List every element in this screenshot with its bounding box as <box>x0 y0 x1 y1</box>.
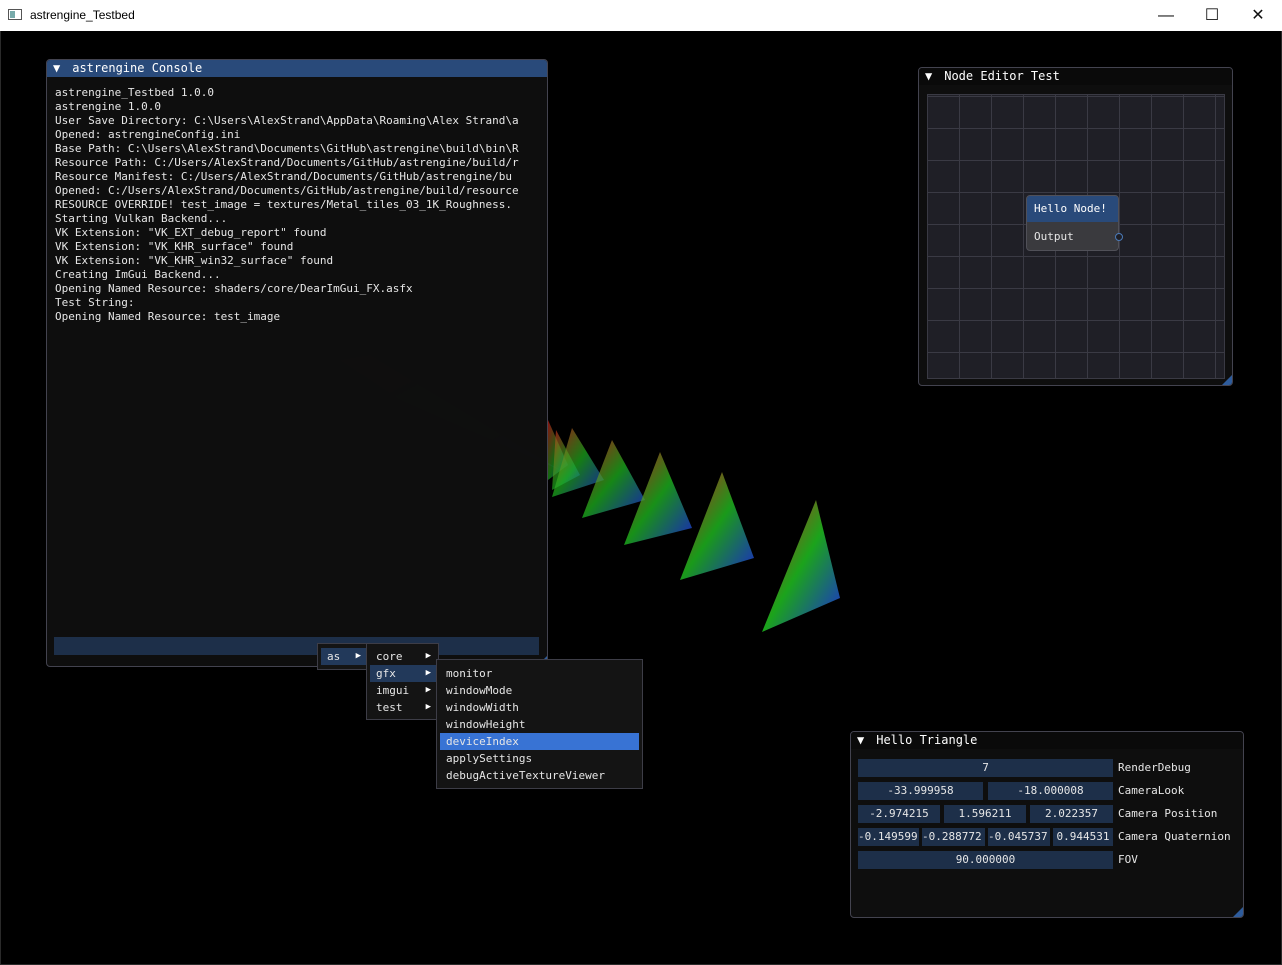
menu-item-applysettings[interactable]: applySettings <box>440 750 639 767</box>
console-line: astrengine_Testbed 1.0.0 <box>55 86 214 99</box>
menu-item-core[interactable]: core ▶ <box>370 648 437 665</box>
collapse-icon[interactable]: ▼ <box>53 60 65 77</box>
node-editor-titlebar[interactable]: ▼ Node Editor Test <box>919 68 1232 85</box>
submenu-arrow-icon: ▶ <box>425 668 431 678</box>
node-title[interactable]: Hello Node! <box>1027 196 1118 222</box>
menu-item-label: imgui <box>376 684 410 697</box>
camera-position-z-input[interactable]: 2.022357 <box>1030 805 1113 823</box>
submenu-arrow-icon: ▶ <box>425 702 431 712</box>
console-line: Opened: astrengineConfig.ini <box>55 128 241 141</box>
submenu-arrow-icon: ▶ <box>425 651 431 661</box>
menu-item-test[interactable]: test ▶ <box>370 699 437 716</box>
fov-input[interactable]: 90.000000 <box>858 851 1113 869</box>
menu-item-imgui[interactable]: imgui ▶ <box>370 682 437 699</box>
collapse-icon[interactable]: ▼ <box>857 732 869 749</box>
menu-level-2: core ▶ gfx ▶ imgui ▶ test ▶ <box>366 643 439 720</box>
camera-quaternion-x-input[interactable]: -0.149599 <box>858 828 919 846</box>
resize-grip[interactable] <box>1233 907 1243 917</box>
menu-level-3: monitor windowMode windowWidth windowHei… <box>436 659 643 789</box>
camera-quaternion-w-input[interactable]: 0.944531 <box>1053 828 1113 846</box>
console-titlebar[interactable]: ▼ astrengine Console <box>47 60 547 77</box>
console-log[interactable]: astrengine_Testbed 1.0.0 astrengine 1.0.0… <box>55 86 541 626</box>
camera-look-y-input[interactable]: -18.000008 <box>988 782 1113 800</box>
console-line: Test String: <box>55 296 135 309</box>
menu-item-label: gfx <box>376 667 396 680</box>
graph-node[interactable]: Hello Node! Output <box>1026 195 1119 251</box>
console-line: Starting Vulkan Backend... <box>55 212 228 225</box>
hello-triangle-title: Hello Triangle <box>876 733 978 747</box>
menu-item-windowmode[interactable]: windowMode <box>440 682 639 699</box>
console-line: Opening Named Resource: test_image <box>55 310 281 323</box>
menu-item-windowheight[interactable]: windowHeight <box>440 716 639 733</box>
menu-item-gfx[interactable]: gfx ▶ <box>370 665 437 682</box>
menu-item-label: core <box>376 650 403 663</box>
console-line: Creating ImGui Backend... <box>55 268 221 281</box>
camera-look-x-input[interactable]: -33.999958 <box>858 782 983 800</box>
node-editor-title: Node Editor Test <box>944 69 1060 83</box>
camera-quaternion-y-input[interactable]: -0.288772 <box>922 828 985 846</box>
submenu-arrow-icon: ▶ <box>425 685 431 695</box>
console-line: Base Path: C:\Users\AlexStrand\Documents… <box>55 142 519 155</box>
camera-look-label: CameraLook <box>1118 784 1185 797</box>
console-line: Resource Path: C:/Users/AlexStrand/Docum… <box>55 156 519 169</box>
hello-triangle-window[interactable]: ▼ Hello Triangle 7 RenderDebug -33.99995… <box>850 731 1244 918</box>
fov-label: FOV <box>1118 853 1138 866</box>
console-input[interactable] <box>54 637 539 655</box>
console-line: RESOURCE OVERRIDE! test_image = textures… <box>55 198 512 211</box>
menu-item-as[interactable]: as ▶ <box>321 648 367 665</box>
camera-quaternion-label: Camera Quaternion <box>1118 830 1231 843</box>
console-line: astrengine 1.0.0 <box>55 100 161 113</box>
menu-item-label: as <box>327 650 341 663</box>
console-line: VK Extension: "VK_EXT_debug_report" foun… <box>55 226 327 239</box>
console-line: Opening Named Resource: shaders/core/Dea… <box>55 282 413 295</box>
console-line: VK Extension: "VK_KHR_win32_surface" fou… <box>55 254 334 267</box>
submenu-arrow-icon: ▶ <box>355 651 361 661</box>
close-button[interactable]: ✕ <box>1235 0 1281 31</box>
console-line: Opened: C:/Users/AlexStrand/Documents/Gi… <box>55 184 519 197</box>
console-title: astrengine Console <box>72 61 203 75</box>
console-window[interactable]: ▼ astrengine Console astrengine_Testbed … <box>46 59 548 667</box>
output-pin-icon[interactable] <box>1115 233 1123 241</box>
camera-quaternion-z-input[interactable]: -0.045737 <box>988 828 1050 846</box>
camera-position-y-input[interactable]: 1.596211 <box>944 805 1026 823</box>
minimize-button[interactable]: — <box>1143 0 1189 31</box>
app-icon <box>8 9 22 20</box>
menu-item-monitor[interactable]: monitor <box>440 665 639 682</box>
camera-position-label: Camera Position <box>1118 807 1218 820</box>
console-line: Resource Manifest: C:/Users/AlexStrand/D… <box>55 170 512 183</box>
window-titlebar: astrengine_Testbed — ☐ ✕ <box>0 0 1282 31</box>
triangle-mesh <box>762 500 840 632</box>
menu-item-windowwidth[interactable]: windowWidth <box>440 699 639 716</box>
console-line: VK Extension: "VK_KHR_surface" found <box>55 240 294 253</box>
resize-grip[interactable] <box>1222 375 1232 385</box>
menu-item-label: test <box>376 701 403 714</box>
hello-triangle-titlebar[interactable]: ▼ Hello Triangle <box>851 732 1243 749</box>
render-debug-label: RenderDebug <box>1118 761 1191 774</box>
maximize-button[interactable]: ☐ <box>1189 0 1235 31</box>
camera-position-x-input[interactable]: -2.974215 <box>858 805 940 823</box>
collapse-icon[interactable]: ▼ <box>925 68 937 85</box>
console-line: User Save Directory: C:\Users\AlexStrand… <box>55 114 519 127</box>
menu-item-deviceindex[interactable]: deviceIndex <box>440 733 639 750</box>
window-title: astrengine_Testbed <box>30 8 135 22</box>
render-debug-input[interactable]: 7 <box>858 759 1113 777</box>
menu-level-1: as ▶ <box>317 643 369 670</box>
node-output-label: Output <box>1034 230 1074 243</box>
menu-item-debugactivetextureviewer[interactable]: debugActiveTextureViewer <box>440 767 639 784</box>
